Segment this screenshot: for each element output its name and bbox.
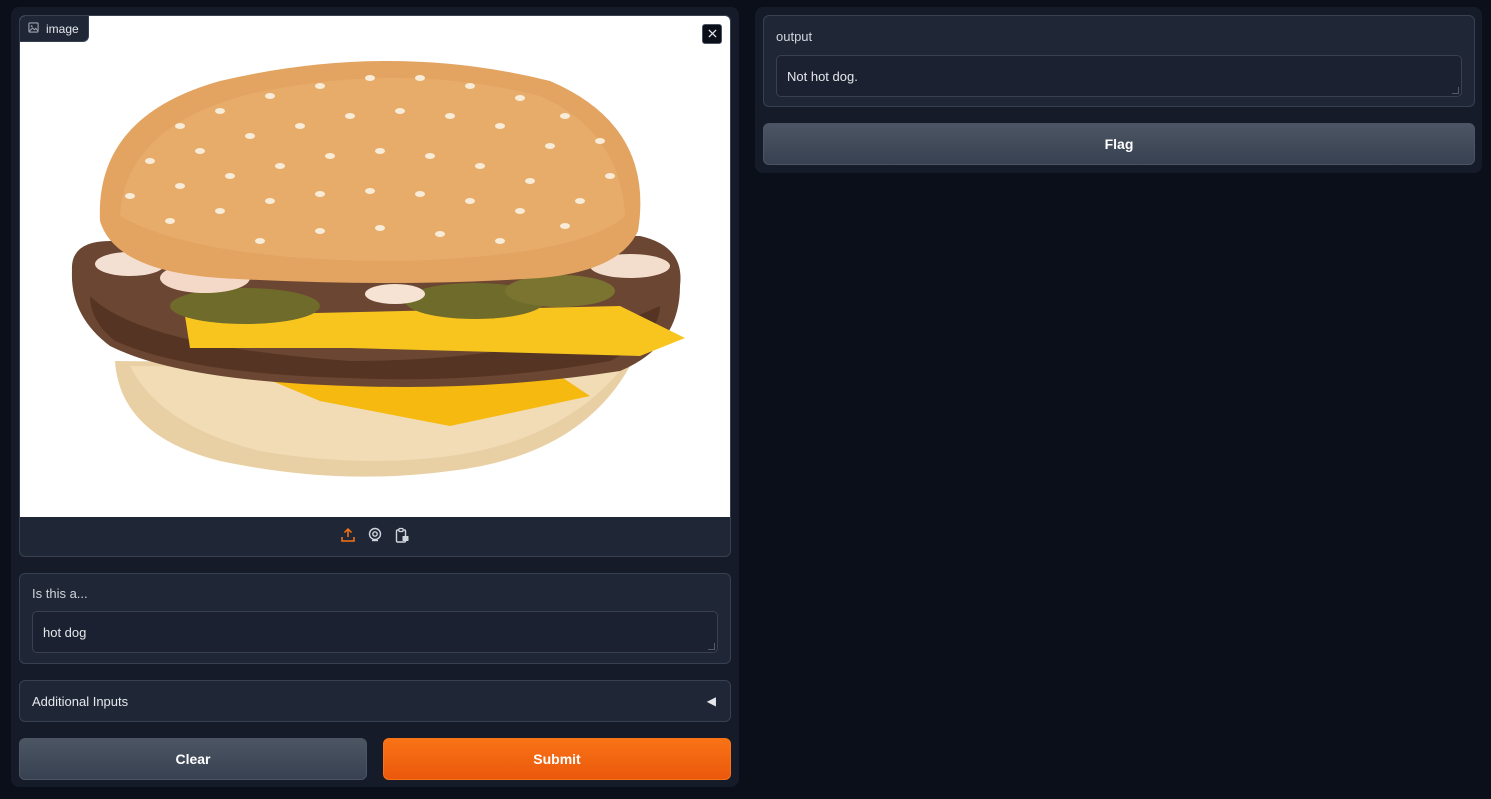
clear-button[interactable]: Clear bbox=[19, 738, 367, 780]
flag-button[interactable]: Flag bbox=[763, 123, 1475, 165]
clipboard-source-button[interactable] bbox=[393, 527, 411, 548]
submit-button-label: Submit bbox=[533, 751, 581, 767]
image-preview[interactable] bbox=[20, 16, 730, 517]
resize-handle[interactable] bbox=[1452, 87, 1459, 94]
webcam-icon bbox=[367, 527, 383, 548]
flag-button-label: Flag bbox=[1104, 136, 1134, 152]
output-block: output Not hot dog. bbox=[763, 15, 1475, 107]
output-column: output Not hot dog. Flag bbox=[755, 7, 1482, 173]
accordion-label: Additional Inputs bbox=[32, 693, 129, 709]
burger-image bbox=[71, 61, 685, 477]
resize-handle[interactable] bbox=[708, 643, 715, 650]
clear-image-button[interactable] bbox=[702, 24, 722, 44]
additional-inputs-accordion[interactable]: Additional Inputs ◀ bbox=[19, 680, 731, 722]
close-icon bbox=[707, 25, 717, 43]
image-input[interactable]: image bbox=[19, 15, 731, 557]
output-textbox[interactable]: Not hot dog. bbox=[776, 55, 1462, 97]
question-value: hot dog bbox=[43, 624, 87, 640]
image-icon bbox=[28, 21, 39, 36]
upload-icon bbox=[340, 527, 356, 548]
question-block: Is this a... hot dog bbox=[19, 573, 731, 664]
output-value: Not hot dog. bbox=[787, 68, 858, 84]
output-label: output bbox=[776, 29, 813, 44]
image-label-text: image bbox=[46, 21, 79, 36]
input-column: image Is this a... hot dog Additional In… bbox=[11, 7, 739, 787]
collapse-arrow-icon: ◀ bbox=[706, 694, 716, 708]
clear-button-label: Clear bbox=[175, 751, 211, 767]
image-input-label: image bbox=[20, 16, 89, 42]
question-input[interactable]: hot dog bbox=[32, 611, 718, 653]
question-label: Is this a... bbox=[32, 586, 88, 601]
clipboard-icon bbox=[394, 527, 410, 548]
submit-button[interactable]: Submit bbox=[383, 738, 731, 780]
upload-source-button[interactable] bbox=[339, 527, 357, 548]
webcam-source-button[interactable] bbox=[366, 527, 384, 548]
image-source-toolbar bbox=[20, 517, 730, 556]
